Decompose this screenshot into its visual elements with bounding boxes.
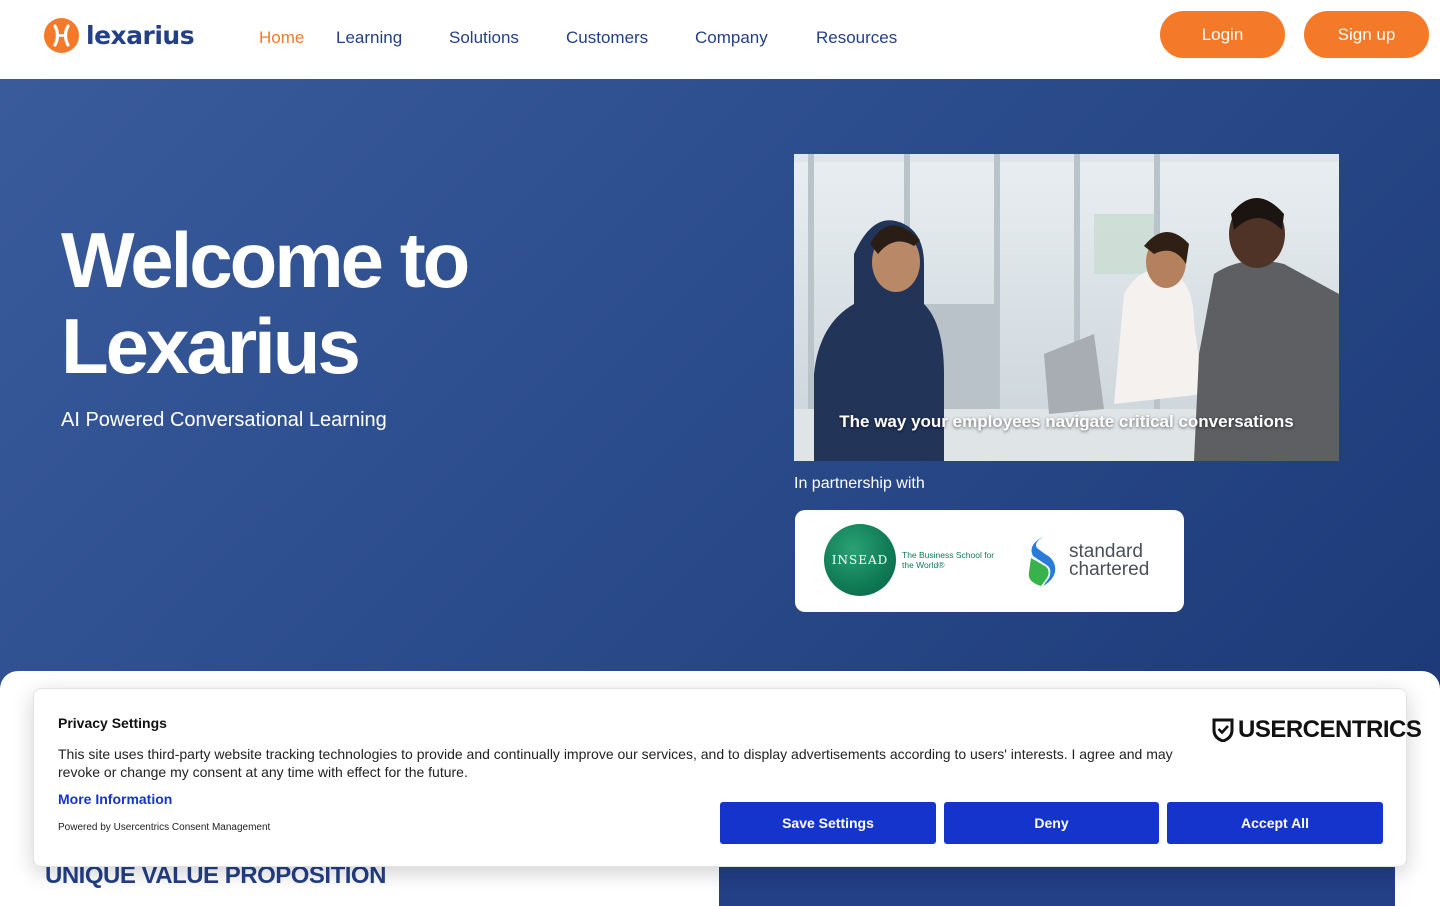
section-blue-card: [719, 866, 1395, 906]
site-header: lexarius Home Learning Solutions Custome…: [0, 0, 1440, 79]
usercentrics-logo: USERCENTRICS: [1212, 716, 1422, 744]
hero-video[interactable]: The way your employees navigate critical…: [794, 154, 1339, 461]
sc-line2: chartered: [1069, 559, 1150, 580]
save-settings-button[interactable]: Save Settings: [720, 802, 936, 844]
brand-logo[interactable]: lexarius: [44, 18, 195, 53]
nav-home[interactable]: Home: [259, 28, 304, 48]
hero-subtitle: AI Powered Conversational Learning: [61, 409, 387, 431]
insead-logo: INSEAD: [824, 524, 896, 596]
hero-section: Welcome to Lexarius AI Powered Conversat…: [0, 79, 1440, 699]
more-information-link[interactable]: More Information: [58, 791, 172, 807]
video-caption: The way your employees navigate critical…: [839, 412, 1294, 431]
powered-by-text: Powered by Usercentrics Consent Manageme…: [58, 822, 271, 833]
partner-logos: INSEAD The Business School for the World…: [795, 510, 1184, 612]
hero-title-line2: Lexarius: [61, 302, 361, 390]
signup-button[interactable]: Sign up: [1304, 11, 1429, 58]
partner-label: In partnership with: [794, 475, 925, 492]
deny-button[interactable]: Deny: [944, 802, 1159, 844]
consent-title: Privacy Settings: [58, 715, 167, 731]
nav-resources[interactable]: Resources: [816, 28, 897, 48]
lexarius-logo-icon: [44, 18, 79, 53]
insead-name: INSEAD: [831, 553, 889, 567]
shield-check-icon: [1212, 718, 1234, 742]
accept-all-button[interactable]: Accept All: [1167, 802, 1383, 844]
nav-company[interactable]: Company: [695, 28, 768, 48]
nav-customers[interactable]: Customers: [566, 28, 648, 48]
insead-tagline: The Business School for the World®: [902, 550, 995, 570]
nav-solutions[interactable]: Solutions: [449, 28, 519, 48]
standard-chartered-logo-icon: [1028, 536, 1056, 586]
cookie-consent-banner: Privacy Settings This site uses third-pa…: [33, 688, 1422, 867]
usercentrics-wordmark: USERCENTRICS: [1238, 716, 1422, 743]
login-button[interactable]: Login: [1160, 11, 1285, 58]
hero-title: Welcome to Lexarius: [61, 217, 661, 389]
brand-name: lexarius: [86, 21, 195, 50]
nav-learning[interactable]: Learning: [336, 28, 402, 48]
consent-body: This site uses third-party website track…: [58, 746, 1173, 780]
hero-title-line1: Welcome to: [61, 216, 470, 304]
standard-chartered-wordmark: standard chartered: [1069, 542, 1150, 580]
